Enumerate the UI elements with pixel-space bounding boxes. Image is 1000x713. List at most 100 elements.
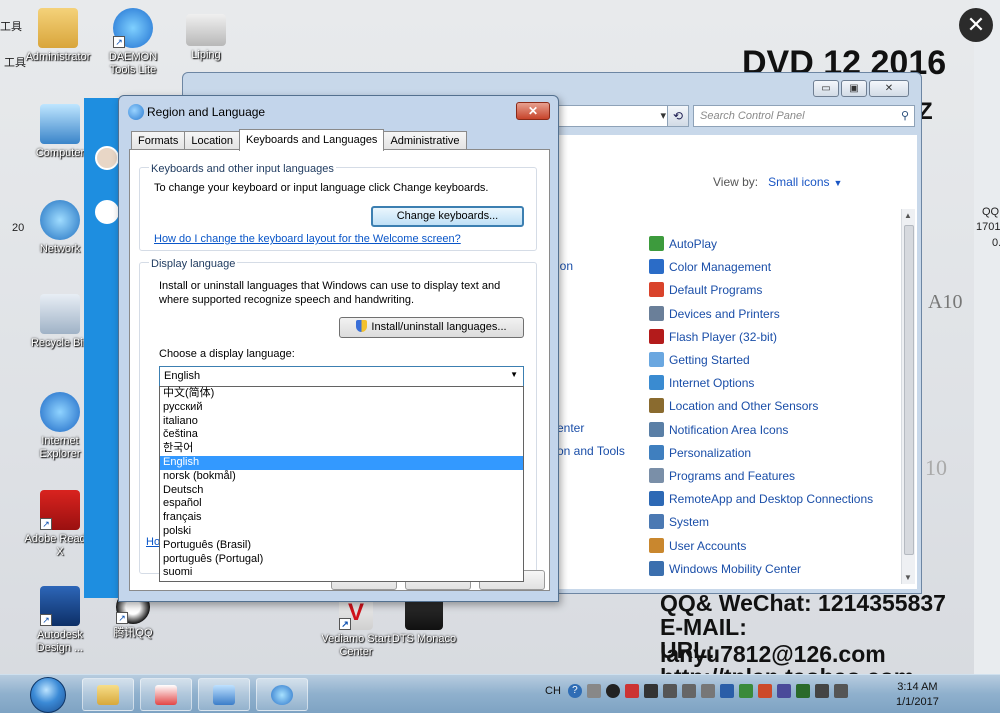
dropdown-arrow-icon[interactable]: ▼ [510,370,518,379]
language-option[interactable]: русский [160,401,523,415]
close-button[interactable]: ✕ [869,80,909,97]
folder-icon [97,685,119,705]
cp-item[interactable]: Windows Mobility Center [649,560,801,576]
language-option[interactable]: français [160,511,523,525]
app-tray-icon[interactable] [624,684,639,698]
cp-item-icon [649,282,664,298]
network-signal-icon[interactable] [833,684,848,698]
ime-icon[interactable] [586,684,601,698]
minimize-button[interactable]: ▭ [813,80,839,97]
desktop-icon-liping[interactable]: Liping [170,14,242,62]
search-icon[interactable]: ⚲ [901,109,909,122]
cp-item-icon [649,305,664,321]
dialog-close-button[interactable]: ✕ [516,102,550,120]
cp-item[interactable]: Default Programs [649,282,762,298]
security-icon[interactable] [738,684,753,698]
tools-icon[interactable] [662,684,677,698]
cp-item[interactable]: Location and Other Sensors [649,398,819,414]
display-language-select[interactable]: English ▼ [159,366,524,387]
cp-item[interactable]: Color Management [649,259,771,275]
language-option[interactable]: norsk (bokmål) [160,470,523,484]
search-input[interactable]: Search Control Panel ⚲ [693,105,915,127]
language-option[interactable]: čeština [160,428,523,442]
language-option[interactable]: Português (Brasil) [160,539,523,553]
settings-icon[interactable] [681,684,696,698]
change-keyboards-button[interactable]: Change keyboards... [371,206,524,227]
cp-item[interactable]: Notification Area Icons [649,421,788,437]
avatar[interactable] [95,146,119,170]
tab-keyboards-and-languages[interactable]: Keyboards and Languages [238,129,385,151]
ad-number-10: 10 [925,455,947,480]
cp-item[interactable]: System [649,514,709,530]
shield-icon[interactable] [757,684,772,698]
language-option[interactable]: español [160,497,523,511]
taskbar-app[interactable] [140,678,192,711]
language-option[interactable]: italiano [160,415,523,429]
language-dropdown-list[interactable]: 中文(简体) русский italiano čeština 한국어 English no… [159,386,524,582]
language-option[interactable]: português (Portugal) [160,553,523,567]
tab-location[interactable]: Location [184,131,240,150]
desktop-icon-dts-monaco[interactable]: DTS Monaco [388,596,460,646]
view-by-control[interactable]: View by: Small icons ▼ [713,175,842,189]
scroll-down-icon[interactable]: ▼ [904,573,912,582]
taskbar-region-language[interactable] [256,678,308,711]
maximize-button[interactable]: ▣ [841,80,867,97]
scroll-up-icon[interactable]: ▲ [904,211,912,220]
keyboard-icon[interactable] [643,684,658,698]
language-option[interactable]: suomi [160,566,523,580]
language-option[interactable]: 中文(简体) [160,387,523,401]
scrollbar-thumb[interactable] [904,225,914,555]
language-option[interactable]: polski [160,525,523,539]
language-option[interactable]: English [160,455,523,470]
cp-item[interactable]: Flash Player (32-bit) [649,328,777,344]
tab-formats[interactable]: Formats [131,131,186,150]
cp-left-item-partial-1[interactable]: ion [557,259,573,273]
ad-qq-wechat: QQ& WeChat: 1214355837 [660,590,946,616]
cp-item[interactable]: User Accounts [649,537,746,553]
clock-time: 3:14 AM [897,681,938,693]
bluetooth-icon[interactable] [719,684,734,698]
options-icon[interactable] [700,684,715,698]
clock[interactable]: 3:14 AM 1/1/2017 [896,680,939,710]
start-button[interactable] [30,677,66,713]
flag-icon[interactable] [795,684,810,698]
volume-icon[interactable] [814,684,829,698]
taskbar-explorer[interactable] [82,678,134,711]
help-icon[interactable]: ? [567,684,582,698]
cp-item[interactable]: Programs and Features [649,468,795,483]
view-by-value[interactable]: Small icons [768,175,829,189]
cp-item-label: Location and Other Sensors [669,399,819,414]
cp-item[interactable]: Getting Started [649,352,750,367]
cp-item[interactable]: Personalization [649,444,751,460]
language-option[interactable]: 한국어 [160,442,523,456]
clock-date: 1/1/2017 [896,696,939,708]
desktop-icon-vediamo[interactable]: V ↗ Vediamo Start Center [320,596,392,659]
cp-left-item-partial-3[interactable]: on and Tools [557,444,625,458]
dialog-titlebar[interactable]: Region and Language ✕ [119,96,558,126]
refresh-button[interactable]: ⟲ [667,105,689,127]
dropdown-arrow-icon[interactable]: ▾ [660,109,666,122]
desktop-icon-administrator[interactable]: Administrator [22,8,94,64]
help-link-partial[interactable]: Ho [146,536,160,548]
address-bar[interactable]: ▾ [553,105,671,127]
close-icon[interactable]: ✕ [959,8,993,42]
scrollbar[interactable]: ▲ ▼ [901,209,915,584]
cp-item-icon [649,398,664,414]
chevron-down-icon[interactable]: ▼ [834,178,843,188]
cp-item[interactable]: AutoPlay [649,236,717,251]
cp-item[interactable]: Internet Options [649,375,754,391]
cp-left-item-partial-2[interactable]: enter [557,421,584,435]
tab-administrative[interactable]: Administrative [383,131,467,150]
app-logo-icon[interactable] [95,200,119,224]
desktop-icon-daemon-tools[interactable]: ↗ DAEMON Tools Lite [97,8,169,77]
monitor-icon[interactable] [776,684,791,698]
cp-item[interactable]: Devices and Printers [649,305,780,321]
language-indicator[interactable]: CH [545,685,561,697]
app-logo-icon [155,685,177,705]
install-uninstall-languages-button[interactable]: Install/uninstall languages... [339,317,524,338]
language-option[interactable]: Deutsch [160,484,523,498]
cp-item[interactable]: RemoteApp and Desktop Connections [649,491,873,507]
welcome-screen-link[interactable]: How do I change the keyboard layout for … [154,233,461,245]
qq-icon[interactable] [605,684,620,698]
taskbar-control-panel[interactable] [198,678,250,711]
